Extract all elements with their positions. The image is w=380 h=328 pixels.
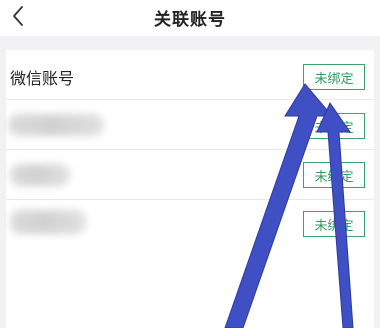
account-row-4: 未绑定	[6, 200, 374, 250]
account-list: 微信账号 未绑定 未绑定 未绑定 未绑定	[6, 50, 374, 328]
account-row-wechat: 微信账号 未绑定	[6, 50, 374, 100]
account-row-2: 未绑定	[6, 100, 374, 150]
account-label-wechat: 微信账号	[10, 69, 75, 88]
page-title: 关联账号	[154, 10, 226, 30]
bind-button-2[interactable]: 未绑定	[303, 113, 365, 139]
screen: 关联账号 微信账号 未绑定 未绑定 未绑定 未绑定	[0, 0, 380, 328]
bind-button-3[interactable]: 未绑定	[303, 162, 365, 188]
blurred-account-label	[8, 114, 104, 136]
account-row-3: 未绑定	[6, 150, 374, 200]
blurred-account-label	[10, 210, 86, 234]
bind-button-4[interactable]: 未绑定	[303, 211, 365, 237]
blurred-account-label	[10, 164, 70, 186]
bind-button-wechat[interactable]: 未绑定	[303, 64, 365, 90]
navigation-bar: 关联账号	[0, 0, 380, 36]
